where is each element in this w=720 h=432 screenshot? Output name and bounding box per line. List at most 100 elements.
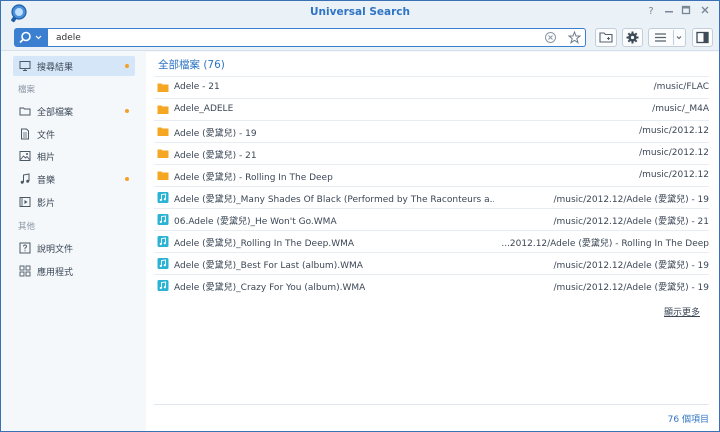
minimize-button[interactable]: [662, 5, 676, 19]
help-icon-button[interactable]: ?: [644, 5, 658, 19]
window-title: Universal Search: [310, 6, 410, 18]
new-results-dot: [125, 109, 129, 113]
result-name: Adele (愛黛兒) - 19: [174, 129, 257, 139]
result-path: /music/2012.12/Adele (愛黛兒) - 19: [553, 283, 709, 293]
result-name: Adele (愛黛兒)_Crazy For You (album).WMA: [174, 283, 366, 293]
sidebar-item-music[interactable]: 音樂: [13, 169, 135, 189]
sidebar-item-photos[interactable]: 相片: [13, 146, 135, 166]
result-path: /music/2012.12/Adele (愛黛兒) - 19: [553, 261, 709, 271]
result-row[interactable]: Adele (愛黛兒) - 21 /music/2012.12: [154, 142, 709, 164]
sidebar-section-files: 檔案: [18, 85, 36, 95]
maximize-icon: [681, 5, 691, 15]
result-name: Adele (愛黛兒) - 21: [174, 151, 257, 161]
sidebar-item-label: 全部檔案: [37, 107, 74, 118]
result-path: /music/_M4A: [652, 104, 709, 114]
result-row[interactable]: Adele (愛黛兒) - Rolling In The Deep /music…: [154, 164, 709, 186]
result-name: Adele_ADELE: [174, 104, 234, 114]
chevron-down-icon: [35, 35, 42, 40]
sidebar-item-all-files[interactable]: 全部檔案: [13, 101, 135, 121]
sidebar-item-label: 相片: [37, 152, 56, 163]
result-row[interactable]: Adele (愛黛兒)_Rolling In The Deep.WMA ...2…: [154, 230, 709, 252]
monitor-icon: [19, 61, 31, 71]
video-icon: [19, 197, 31, 207]
result-path: /music/2012.12: [639, 126, 709, 136]
result-name: 06.Adele (愛黛兒)_He Won't Go.WMA: [174, 217, 337, 227]
toolbar: [1, 25, 719, 51]
results-header: 全部檔案 (76): [158, 59, 225, 71]
document-icon: [21, 128, 29, 140]
view-menu-button[interactable]: [648, 28, 686, 47]
sidebar-item-documents[interactable]: 文件: [13, 124, 135, 144]
sidebar-item-label: 音樂: [37, 175, 56, 186]
music-file-icon: [157, 280, 169, 291]
sidebar-item-label: 影片: [37, 198, 56, 209]
music-file-icon: [157, 236, 169, 247]
favorite-star-icon[interactable]: [568, 31, 581, 44]
close-icon: [701, 6, 709, 14]
search-icon: [19, 31, 42, 44]
result-name: Adele - 21: [174, 82, 220, 92]
app-window: Universal Search ? adele 搜尋結果 檔案 全部檔案 文件…: [0, 0, 720, 432]
result-path: /music/FLAC: [653, 82, 709, 92]
result-row[interactable]: Adele (愛黛兒)_Best For Last (album).WMA /m…: [154, 252, 709, 274]
apps-icon: [19, 265, 31, 277]
maximize-button[interactable]: [679, 5, 693, 19]
sidebar-item-label: 文件: [37, 130, 56, 141]
result-name: Adele (愛黛兒)_Rolling In The Deep.WMA: [174, 239, 355, 249]
result-row[interactable]: Adele (愛黛兒) - 19 /music/2012.12: [154, 120, 709, 142]
result-row[interactable]: Adele (愛黛兒)_Many Shades Of Black (Perfor…: [154, 186, 709, 208]
sidebar-item-label: 搜尋結果: [37, 62, 74, 73]
music-file-icon: [157, 214, 169, 225]
sidebar-item-videos[interactable]: 影片: [13, 192, 135, 212]
result-row[interactable]: Adele (愛黛兒)_Crazy For You (album).WMA /m…: [154, 274, 709, 296]
result-path: /music/2012.12/Adele (愛黛兒) - 21: [553, 217, 709, 227]
list-view-icon: [655, 30, 682, 45]
folder-icon: [157, 149, 169, 158]
folder-icon: [157, 83, 169, 92]
new-results-dot: [125, 64, 129, 68]
minimize-icon: [665, 11, 673, 13]
close-button[interactable]: [698, 5, 712, 19]
result-name: Adele (愛黛兒)_Best For Last (album).WMA: [174, 261, 363, 271]
results-panel: 全部檔案 (76) Adele - 21 /music/FLAC Adele_A…: [146, 52, 719, 431]
search-type-button[interactable]: [14, 28, 48, 47]
help-icon: [19, 242, 31, 254]
toggle-panel-button[interactable]: [692, 28, 713, 47]
clear-search-icon[interactable]: [544, 31, 557, 44]
sidebar-item-label: 應用程式: [37, 267, 74, 278]
folder-icon: [19, 107, 31, 116]
result-row[interactable]: Adele_ADELE /music/_M4A: [154, 98, 709, 120]
folder-icon: [157, 127, 169, 136]
result-row[interactable]: Adele - 21 /music/FLAC: [154, 76, 709, 98]
folder-icon: [157, 171, 169, 180]
result-name: Adele (愛黛兒) - Rolling In The Deep: [174, 173, 333, 183]
sidebar-item-apps[interactable]: 應用程式: [13, 261, 135, 281]
result-row[interactable]: 06.Adele (愛黛兒)_He Won't Go.WMA /music/20…: [154, 208, 709, 230]
item-count: 76 個項目: [667, 415, 709, 425]
title-bar: Universal Search ?: [1, 1, 719, 25]
open-in-file-station-button[interactable]: [595, 28, 617, 47]
music-icon: [20, 173, 30, 184]
new-results-dot: [125, 177, 129, 181]
result-path: /music/2012.12: [639, 148, 709, 158]
result-path: /music/2012.12: [639, 170, 709, 180]
sidebar-item-search-results[interactable]: 搜尋結果: [13, 56, 135, 76]
result-name: Adele (愛黛兒)_Many Shades Of Black (Perfor…: [174, 195, 494, 205]
search-input[interactable]: [48, 28, 586, 47]
result-path: /music/2012.12/Adele (愛黛兒) - 19: [553, 195, 709, 205]
sidebar: 搜尋結果 檔案 全部檔案 文件 相片 音樂 影片 其他 說明文件 應用程式: [1, 52, 144, 431]
photo-icon: [19, 151, 31, 161]
chevron-down-icon: [676, 36, 682, 40]
gear-icon: [626, 31, 639, 44]
folder-icon: [157, 105, 169, 114]
settings-button[interactable]: [622, 28, 643, 47]
result-path: ...2012.12/Adele (愛黛兒) - Rolling In The …: [501, 239, 709, 249]
show-more-link[interactable]: 顯示更多: [664, 305, 700, 318]
status-footer: 76 個項目: [154, 404, 709, 430]
sidebar-item-label: 說明文件: [37, 244, 74, 255]
sidebar-item-help[interactable]: 說明文件: [13, 238, 135, 258]
side-panel-icon: [696, 31, 709, 44]
folder-link-icon: [599, 32, 613, 43]
music-file-icon: [157, 192, 169, 203]
music-file-icon: [157, 258, 169, 269]
